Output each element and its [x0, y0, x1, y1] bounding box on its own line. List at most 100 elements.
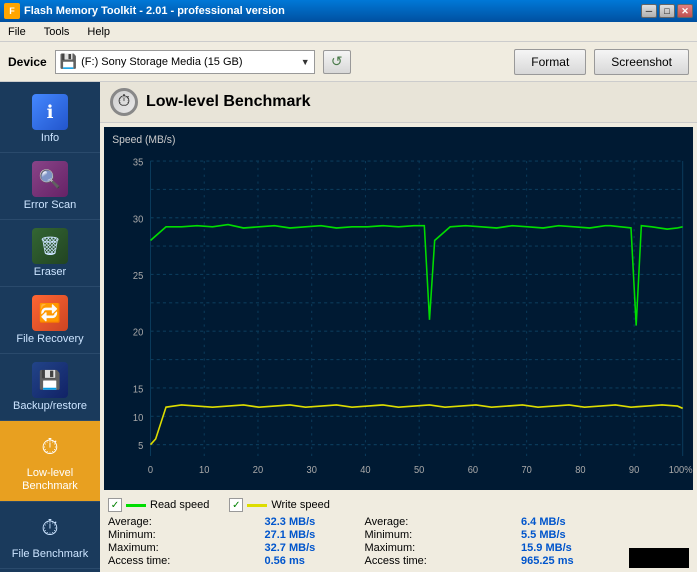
error-scan-icon: 🔍	[32, 161, 68, 197]
svg-text:50: 50	[414, 465, 425, 477]
write-access-value: 965.25 ms	[521, 555, 601, 567]
window-controls: ─ □ ✕	[641, 4, 693, 18]
write-stats: Average: 6.4 MB/s Minimum: 5.5 MB/s Maxi…	[365, 516, 602, 568]
sidebar-label-eraser: Eraser	[34, 266, 66, 278]
sidebar-item-low-level-benchmark[interactable]: ⏱ Low-level Benchmark	[0, 421, 100, 502]
read-access-label: Access time:	[108, 555, 170, 567]
bottom-area: ✓ Read speed ✓ Write speed Average: 32.3…	[100, 494, 697, 572]
close-button[interactable]: ✕	[677, 4, 693, 18]
sidebar-item-error-scan[interactable]: 🔍 Error Scan	[0, 153, 100, 220]
sidebar-item-info[interactable]: ℹ Info	[0, 86, 100, 153]
read-average-label: Average:	[108, 516, 152, 528]
eraser-icon: 🗑	[32, 228, 68, 264]
minimize-button[interactable]: ─	[641, 4, 657, 18]
main-layout: ℹ Info 🔍 Error Scan 🗑 Eraser 🔁 File Reco…	[0, 82, 697, 572]
svg-text:70: 70	[521, 465, 532, 477]
svg-text:35: 35	[133, 157, 144, 169]
refresh-button[interactable]: ↺	[323, 50, 351, 74]
y-axis-label: Speed (MB/s)	[112, 133, 175, 146]
read-checkbox[interactable]: ✓	[108, 498, 122, 512]
benchmark-header: ⏱ Low-level Benchmark	[100, 82, 697, 123]
sidebar-label-error-scan: Error Scan	[24, 199, 77, 211]
sidebar-label-low-benchmark: Low-level Benchmark	[4, 467, 96, 493]
svg-text:30: 30	[307, 465, 318, 477]
dropdown-arrow-icon: ▼	[301, 57, 310, 67]
sidebar-label-file-recovery: File Recovery	[16, 333, 83, 345]
app-icon: F	[4, 3, 20, 19]
backup-icon: 💾	[32, 362, 68, 398]
content-area: ⏱ Low-level Benchmark Speed (MB/s)	[100, 82, 697, 572]
sidebar: ℹ Info 🔍 Error Scan 🗑 Eraser 🔁 File Reco…	[0, 82, 100, 572]
read-legend-label: Read speed	[150, 499, 209, 511]
menu-tools[interactable]: Tools	[40, 24, 74, 40]
svg-text:5: 5	[138, 441, 144, 453]
read-average-value: 32.3 MB/s	[265, 516, 345, 528]
write-access-label: Access time:	[365, 555, 427, 567]
sidebar-item-file-recovery[interactable]: 🔁 File Recovery	[0, 287, 100, 354]
menu-help[interactable]: Help	[83, 24, 114, 40]
read-stats: Average: 32.3 MB/s Minimum: 27.1 MB/s Ma…	[108, 516, 345, 568]
info-icon: ℹ	[32, 94, 68, 130]
chart-area: Speed (MB/s) 35 30 25 20 15 10	[104, 127, 693, 490]
svg-text:20: 20	[253, 465, 264, 477]
stats-row: Average: 32.3 MB/s Minimum: 27.1 MB/s Ma…	[108, 516, 689, 568]
sidebar-item-eraser[interactable]: 🗑 Eraser	[0, 220, 100, 287]
device-text: (F:) Sony Storage Media (15 GB)	[81, 56, 242, 68]
write-legend-label: Write speed	[271, 499, 330, 511]
svg-text:20: 20	[133, 327, 144, 339]
write-minimum: Minimum: 5.5 MB/s	[365, 529, 602, 541]
read-maximum-value: 32.7 MB/s	[265, 542, 345, 554]
benchmark-clock-icon: ⏱	[110, 88, 138, 116]
write-minimum-label: Minimum:	[365, 529, 413, 541]
svg-text:60: 60	[468, 465, 479, 477]
sidebar-label-backup-restore: Backup/restore	[13, 400, 87, 412]
legend-row: ✓ Read speed ✓ Write speed	[108, 498, 689, 512]
menu-file[interactable]: File	[4, 24, 30, 40]
read-minimum: Minimum: 27.1 MB/s	[108, 529, 345, 541]
menu-bar: File Tools Help	[0, 22, 697, 42]
svg-text:90: 90	[629, 465, 640, 477]
black-bar	[629, 548, 689, 568]
svg-text:10: 10	[199, 465, 210, 477]
write-average-value: 6.4 MB/s	[521, 516, 601, 528]
write-maximum-value: 15.9 MB/s	[521, 542, 601, 554]
screenshot-button[interactable]: Screenshot	[594, 49, 689, 75]
svg-text:30: 30	[133, 214, 144, 226]
app-title: Flash Memory Toolkit - 2.01 - profession…	[24, 5, 285, 17]
svg-text:10: 10	[133, 412, 144, 424]
write-average-label: Average:	[365, 516, 409, 528]
write-checkbox[interactable]: ✓	[229, 498, 243, 512]
read-color-swatch	[126, 504, 146, 507]
drive-icon: 💾	[60, 53, 77, 70]
maximize-button[interactable]: □	[659, 4, 675, 18]
file-benchmark-icon: ⏱	[32, 510, 68, 546]
write-access: Access time: 965.25 ms	[365, 555, 602, 567]
sidebar-label-info: Info	[41, 132, 59, 144]
svg-text:0: 0	[148, 465, 154, 477]
sidebar-item-file-benchmark[interactable]: ⏱ File Benchmark	[0, 502, 100, 569]
write-maximum: Maximum: 15.9 MB/s	[365, 542, 602, 554]
read-legend: ✓ Read speed	[108, 498, 209, 512]
read-maximum: Maximum: 32.7 MB/s	[108, 542, 345, 554]
write-color-swatch	[247, 504, 267, 507]
write-minimum-value: 5.5 MB/s	[521, 529, 601, 541]
title-bar: F Flash Memory Toolkit - 2.01 - professi…	[0, 0, 697, 22]
benchmark-chart: Speed (MB/s) 35 30 25 20 15 10	[104, 127, 693, 490]
sidebar-item-backup-restore[interactable]: 💾 Backup/restore	[0, 354, 100, 421]
read-average: Average: 32.3 MB/s	[108, 516, 345, 528]
svg-text:40: 40	[360, 465, 371, 477]
device-dropdown[interactable]: 💾 (F:) Sony Storage Media (15 GB) ▼	[55, 50, 315, 74]
low-benchmark-icon: ⏱	[32, 429, 68, 465]
svg-text:100%: 100%	[669, 465, 693, 477]
device-bar: Device 💾 (F:) Sony Storage Media (15 GB)…	[0, 42, 697, 82]
svg-text:25: 25	[133, 271, 144, 283]
write-maximum-label: Maximum:	[365, 542, 416, 554]
read-access: Access time: 0.56 ms	[108, 555, 345, 567]
read-maximum-label: Maximum:	[108, 542, 159, 554]
write-legend: ✓ Write speed	[229, 498, 330, 512]
file-recovery-icon: 🔁	[32, 295, 68, 331]
read-minimum-label: Minimum:	[108, 529, 156, 541]
format-button[interactable]: Format	[514, 49, 586, 75]
refresh-icon: ↺	[331, 53, 343, 70]
write-average: Average: 6.4 MB/s	[365, 516, 602, 528]
